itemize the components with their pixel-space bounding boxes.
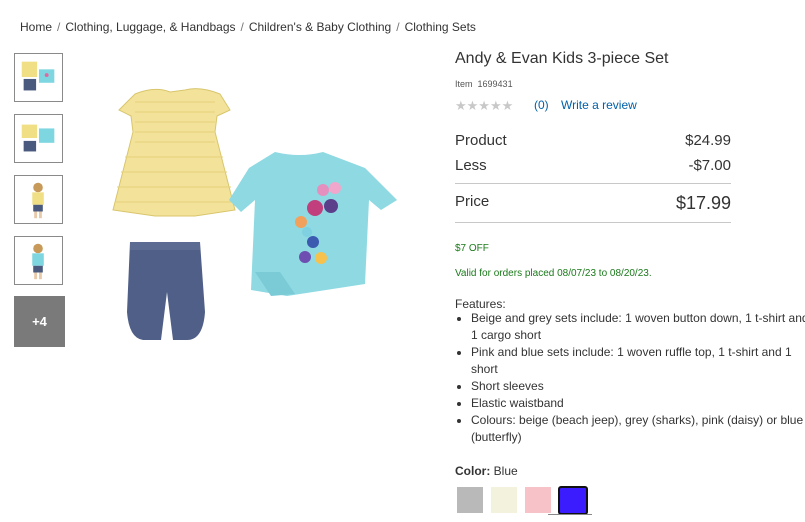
discount-value: -$7.00 (688, 157, 731, 174)
feature-item: Colours: beige (beach jeep), grey (shark… (471, 412, 805, 446)
features-label: Features: (455, 297, 506, 311)
features-list: Beige and grey sets include: 1 woven but… (455, 310, 805, 446)
more-images-button[interactable]: +4 (14, 296, 65, 347)
offer-validity: Valid for orders placed 08/07/23 to 08/2… (455, 268, 652, 279)
feature-item: Pink and blue sets include: 1 woven ruff… (471, 344, 805, 378)
product-price-row: Product $24.99 (455, 132, 731, 149)
item-number-value: 1699431 (477, 79, 513, 89)
swatch-beige[interactable] (491, 487, 517, 513)
thumbnail-2[interactable] (14, 114, 63, 163)
color-label: Color: Blue (455, 464, 518, 478)
review-count-link[interactable]: (0) (534, 98, 549, 112)
thumbnail-1[interactable] (14, 53, 63, 102)
item-number: Item 1699431 (455, 79, 513, 89)
swatch-blue[interactable] (558, 486, 588, 515)
feature-item: Beige and grey sets include: 1 woven but… (471, 310, 805, 344)
discount-row: Less -$7.00 (455, 157, 731, 174)
feature-item: Short sleeves (471, 378, 805, 395)
color-label-key: Color: (455, 464, 491, 478)
item-label: Item (455, 79, 473, 89)
breadcrumb-separator: / (240, 20, 244, 34)
product-title: Andy & Evan Kids 3-piece Set (455, 50, 669, 67)
discount-label: Less (455, 157, 487, 174)
breadcrumb-clothing[interactable]: Clothing, Luggage, & Handbags (65, 20, 235, 34)
final-price-label: Price (455, 193, 490, 210)
breadcrumb-separator: / (57, 20, 61, 34)
breadcrumb-childrens[interactable]: Children's & Baby Clothing (249, 20, 391, 34)
product-price-label: Product (455, 132, 507, 149)
swatch-grey[interactable] (457, 487, 483, 513)
product-price-value: $24.99 (685, 132, 731, 149)
price-divider-bottom (455, 222, 731, 223)
thumbnail-4[interactable] (14, 236, 63, 285)
product-image (112, 88, 397, 340)
savings-badge: $7 OFF (455, 243, 489, 254)
final-price-row: Price $17.99 (455, 193, 731, 213)
price-divider (455, 183, 731, 184)
selected-color: Blue (493, 464, 518, 478)
write-review-link[interactable]: Write a review (561, 98, 637, 112)
thumbnail-3[interactable] (14, 175, 63, 224)
swatch-pink[interactable] (525, 487, 551, 513)
rating-stars[interactable]: ★★★★★ (455, 98, 513, 114)
breadcrumb: Home / Clothing, Luggage, & Handbags / Child… (20, 20, 476, 34)
feature-item: Elastic waistband (471, 395, 805, 412)
final-price-value: $17.99 (675, 193, 731, 213)
breadcrumb-separator: / (396, 20, 400, 34)
breadcrumb-home[interactable]: Home (20, 20, 52, 34)
breadcrumb-clothing-sets[interactable]: Clothing Sets (405, 20, 476, 34)
